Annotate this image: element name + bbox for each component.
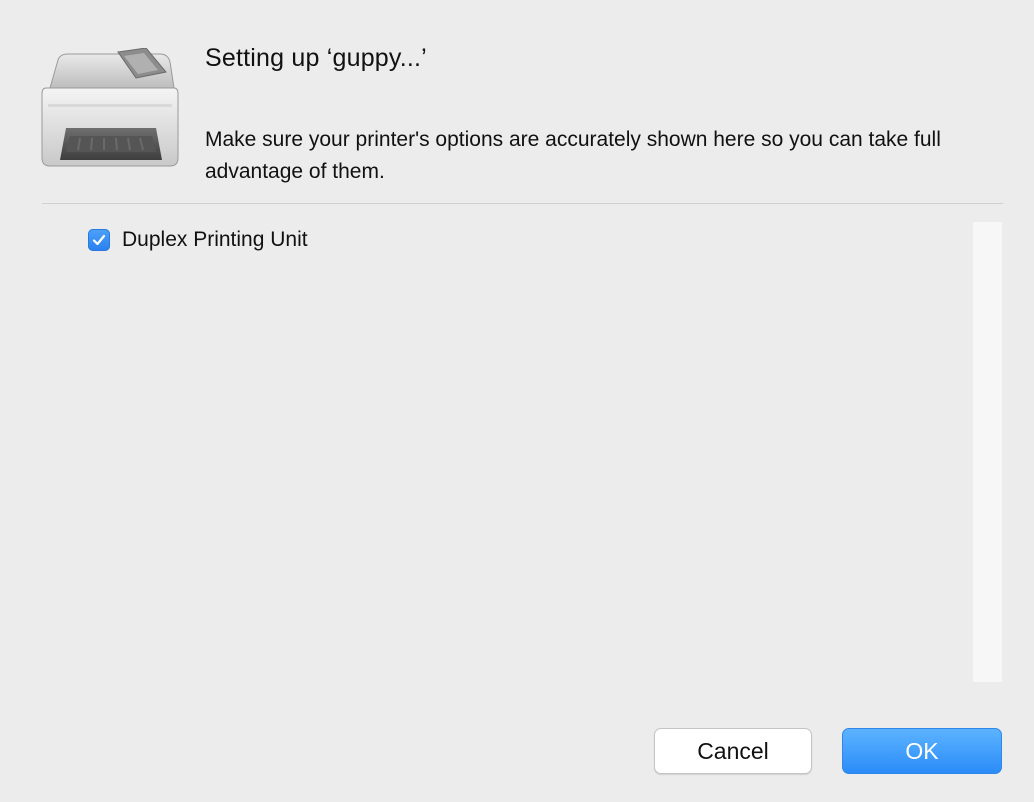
printer-options-list: Duplex Printing Unit <box>42 204 972 682</box>
duplex-checkbox[interactable] <box>88 229 110 251</box>
ok-button[interactable]: OK <box>842 728 1002 774</box>
option-duplex-printing-unit[interactable]: Duplex Printing Unit <box>88 228 308 252</box>
checkmark-icon <box>92 234 106 246</box>
dialog-message: Make sure your printer's options are acc… <box>205 128 941 183</box>
printer-icon <box>40 47 180 172</box>
printer-setup-dialog: Setting up ‘guppy...’ Make sure your pri… <box>0 0 1034 802</box>
dialog-title: Setting up ‘guppy...’ <box>205 44 427 72</box>
option-label: Duplex Printing Unit <box>122 228 308 251</box>
scrollbar-track[interactable] <box>973 222 1002 682</box>
cancel-button[interactable]: Cancel <box>654 728 812 774</box>
